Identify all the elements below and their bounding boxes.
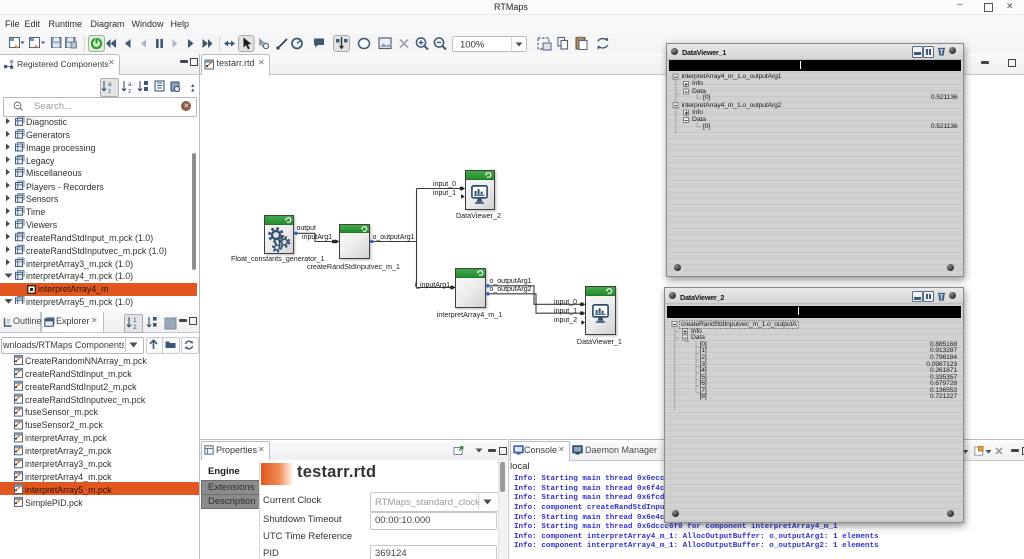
svg-text:a: a (108, 81, 112, 88)
svg-text:a: a (128, 81, 132, 88)
svg-text:z: z (108, 88, 111, 95)
svg-text:1: 1 (133, 317, 137, 324)
svg-text:100%: 100% (460, 40, 485, 51)
svg-text:2: 2 (133, 324, 137, 331)
svg-text:z: z (128, 88, 131, 95)
